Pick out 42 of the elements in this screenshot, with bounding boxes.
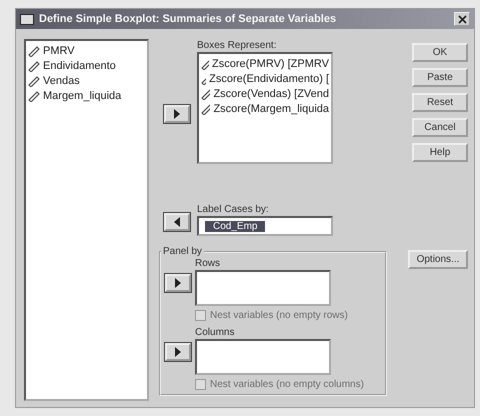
boxes-list[interactable]: Zscore(PMRV) [ZPMRV Zscore(Endividamento) [ Zscore(Vendas) [ZVend Zscore(Margem_liquida xyxy=(197,52,333,164)
label-cases-label: Label Cases by: xyxy=(197,203,270,216)
panel-field-label: Columns xyxy=(195,326,236,339)
ruler-icon xyxy=(201,88,210,100)
boxes-item[interactable]: Zscore(Endividamento) [ xyxy=(209,72,329,84)
move-right-button[interactable] xyxy=(165,274,191,292)
window-icon xyxy=(20,14,34,24)
variable-item[interactable]: Vendas xyxy=(43,74,80,86)
ruler-icon xyxy=(28,60,40,72)
label-cases-field[interactable]: Cod_Emp xyxy=(197,216,333,236)
boxes-label: Boxes Represent: xyxy=(197,39,278,52)
ruler-icon xyxy=(28,44,40,56)
ruler-icon xyxy=(201,58,210,70)
panel-by-legend: Panel by xyxy=(161,246,204,257)
options-button[interactable]: Options... xyxy=(408,250,468,269)
variable-list[interactable]: PMRV Endividamento Vendas Margem_liquida xyxy=(24,39,149,401)
ruler-icon xyxy=(28,90,40,102)
nest-label: Nest variables (no empty columns) xyxy=(210,378,364,391)
boxes-item[interactable]: Zscore(Margem_liquida xyxy=(213,102,329,114)
close-button[interactable] xyxy=(454,12,470,26)
dialog-button[interactable]: OK xyxy=(412,43,468,62)
move-left-button[interactable] xyxy=(164,213,190,231)
field-value: Cod_Emp xyxy=(205,220,266,232)
move-right-button[interactable] xyxy=(165,343,191,361)
move-right-button[interactable] xyxy=(164,105,190,123)
variable-item[interactable]: Margem_liquida xyxy=(43,90,122,102)
ruler-icon xyxy=(201,102,210,114)
variable-item[interactable]: Endividamento xyxy=(43,60,116,72)
close-icon xyxy=(458,14,466,24)
window-title: Define Simple Boxplot: Summaries of Separate Variables xyxy=(39,13,338,25)
variable-item[interactable]: PMRV xyxy=(43,44,75,56)
panel-field[interactable] xyxy=(195,270,331,306)
dialog-button[interactable]: Paste xyxy=(412,68,468,87)
panel-field[interactable] xyxy=(195,339,331,375)
panel-field-label: Rows xyxy=(195,257,222,270)
boxes-item[interactable]: Zscore(Vendas) [ZVend xyxy=(213,88,329,100)
nest-label: Nest variables (no empty rows) xyxy=(210,309,348,322)
ruler-icon xyxy=(28,74,40,86)
boxes-item[interactable]: Zscore(PMRV) [ZPMRV xyxy=(212,58,329,70)
dialog-button[interactable]: Help xyxy=(412,143,468,162)
dialog-button[interactable]: Reset xyxy=(412,93,468,112)
dialog-button[interactable]: Cancel xyxy=(412,118,468,137)
